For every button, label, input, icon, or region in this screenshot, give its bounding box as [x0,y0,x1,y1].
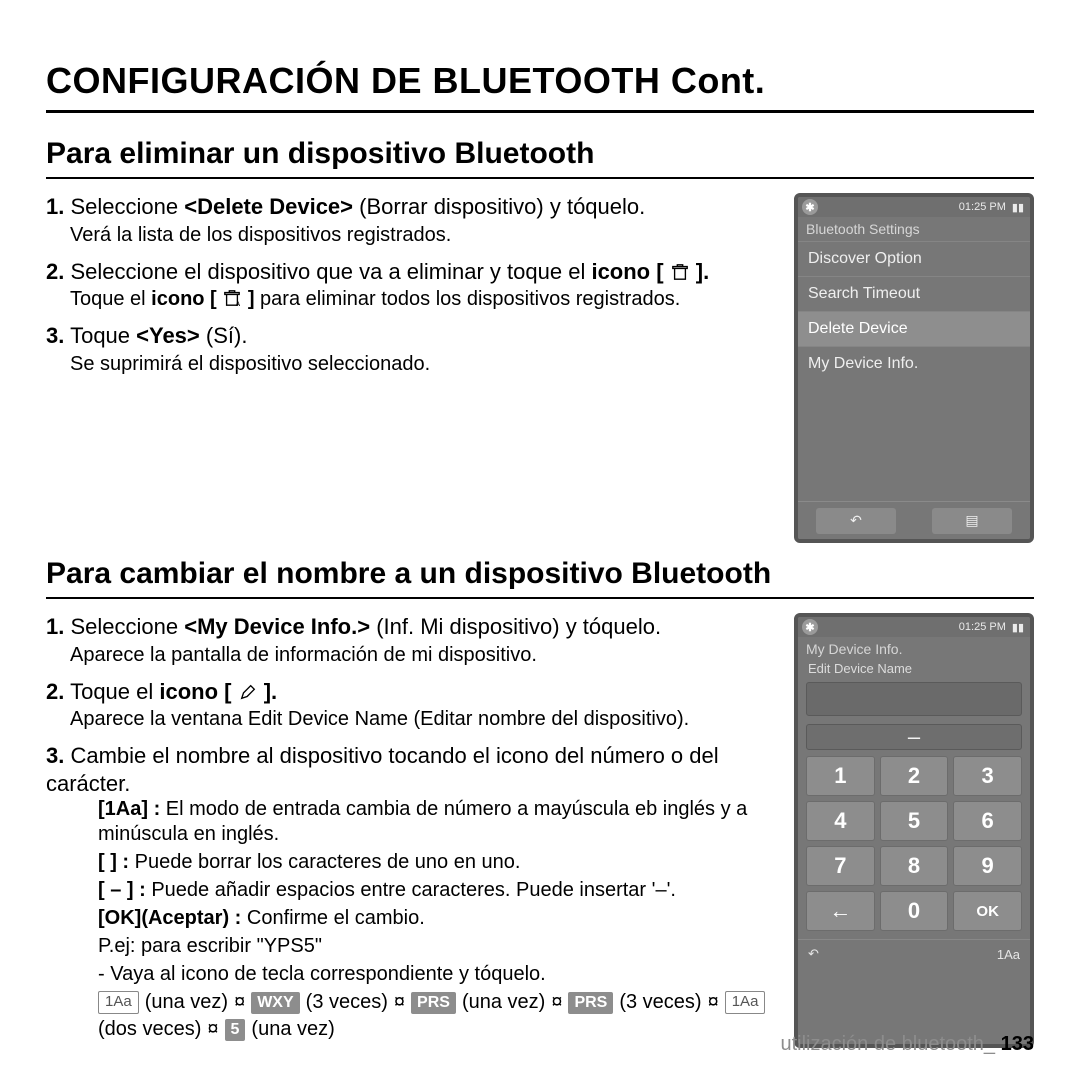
menu-delete-device[interactable]: Delete Device [798,311,1030,346]
device-mock-2: ✱ 01:25 PM ▮▮ My Device Info. Edit Devic… [794,613,1034,1048]
status-time: 01:25 PM [959,621,1006,633]
s2-step2: 2. Toque el icono [ ]. Aparece la ventan… [46,678,774,733]
device2-header: My Device Info. [798,637,1030,661]
device-name-input[interactable] [806,682,1022,716]
key-7[interactable]: 7 [806,846,875,886]
bluetooth-icon: ✱ [802,199,818,215]
trash-icon [670,263,690,281]
key-6[interactable]: 6 [953,801,1022,841]
page-footer: utilización de bluetooth_ 133 [780,1033,1034,1056]
status-time: 01:25 PM [959,201,1006,213]
mode-indicator[interactable]: 1Aa [997,947,1020,962]
edit-device-name-label: Edit Device Name [798,661,1030,676]
s2-step1: 1. Seleccione <My Device Info.> (Inf. Mi… [46,613,774,668]
section1: 1. Seleccione <Delete Device> (Borrar di… [46,193,1034,543]
s1-step2-sub: Toque el icono [ A ] para eliminar todos… [70,287,774,312]
trash-all-icon: A [222,289,242,307]
s2-step1-sub: Aparece la pantalla de información de mi… [70,643,774,668]
dash-key[interactable]: – [806,724,1022,750]
key-1[interactable]: 1 [806,756,875,796]
menu-button[interactable]: ▤ [932,508,1012,534]
key-backspace[interactable]: ← [806,891,875,931]
s1-step3: 3. Toque <Yes> (Sí). Se suprimirá el dis… [46,322,774,377]
svg-text:A: A [236,301,241,307]
key-sequence: 1Aa(una vez) ¤ WXY(3 veces) ¤ PRS(una ve… [98,990,774,1015]
s2-step2-sub: Aparece la ventana Edit Device Name (Edi… [70,707,774,732]
page-title: CONFIGURACIÓN DE BLUETOOTH Cont. [46,60,1034,113]
s1-step1-sub: Verá la lista de los dispositivos regist… [70,223,774,248]
s1-step1: 1. Seleccione <Delete Device> (Borrar di… [46,193,774,248]
keypad: 1 2 3 4 5 6 7 8 9 ← 0 OK [798,756,1030,939]
back-button[interactable]: ↶ [816,508,896,534]
device-mock-1: ✱ 01:25 PM ▮▮ Bluetooth Settings Discove… [794,193,1034,543]
key-3[interactable]: 3 [953,756,1022,796]
key-sequence-line2: (dos veces) ¤ 5(una vez) [98,1017,774,1042]
s1-step2: 2. Seleccione el dispositivo que va a el… [46,258,774,313]
pencil-icon [238,683,258,701]
key-9[interactable]: 9 [953,846,1022,886]
key-2[interactable]: 2 [880,756,949,796]
key-8[interactable]: 8 [880,846,949,886]
s1-step3-sub: Se suprimirá el dispositivo seleccionado… [70,352,774,377]
bluetooth-icon: ✱ [802,619,818,635]
section2-title: Para cambiar el nombre a un dispositivo … [46,557,1034,599]
s2-step3: 3. Cambie el nombre al dispositivo tocan… [46,742,774,1042]
section1-title: Para eliminar un dispositivo Bluetooth [46,137,1034,179]
key-ok[interactable]: OK [953,891,1022,931]
device1-header: Bluetooth Settings [798,217,1030,241]
section2: 1. Seleccione <My Device Info.> (Inf. Mi… [46,613,1034,1048]
menu-search-timeout[interactable]: Search Timeout [798,276,1030,311]
battery-icon: ▮▮ [1012,201,1024,214]
menu-discover-option[interactable]: Discover Option [798,241,1030,276]
key-0[interactable]: 0 [880,891,949,931]
key-4[interactable]: 4 [806,801,875,841]
menu-my-device-info[interactable]: My Device Info. [798,346,1030,381]
battery-icon: ▮▮ [1012,621,1024,634]
back-button[interactable]: ↶ [808,946,819,962]
key-5[interactable]: 5 [880,801,949,841]
